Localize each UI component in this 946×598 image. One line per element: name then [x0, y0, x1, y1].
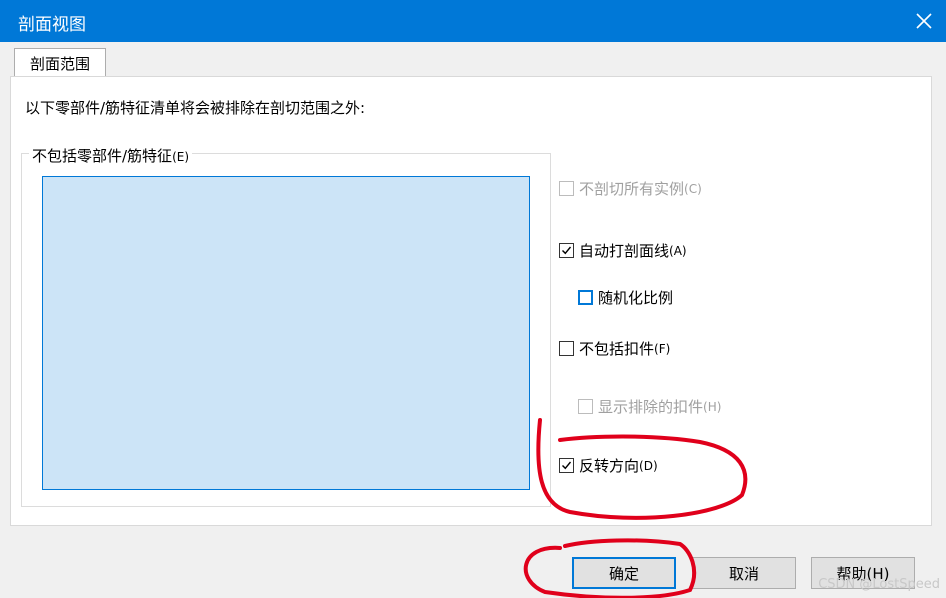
option-auto-hatch[interactable]: 自动打剖面线 (A) [559, 240, 687, 261]
close-icon [916, 13, 932, 29]
option-exclude-fasteners[interactable]: 不包括扣件 (F) [559, 338, 670, 359]
cancel-button[interactable]: 取消 [692, 557, 796, 589]
checkmark-icon [562, 246, 572, 255]
excluded-components-list[interactable] [42, 176, 530, 490]
title-bar: 剖面视图 [0, 0, 946, 42]
checkbox-exclude-fasteners[interactable] [559, 341, 574, 356]
close-button[interactable] [902, 0, 946, 42]
tab-panel: 以下零部件/筋特征清单将会被排除在剖切范围之外: 不包括零部件/筋特征(E) [10, 76, 932, 526]
checkbox-auto-hatch[interactable] [559, 243, 574, 258]
checkmark-icon [562, 461, 572, 470]
option-show-excluded-fasteners[interactable]: 显示排除的扣件 (H) [578, 396, 721, 417]
watermark-text: CSDN @LostSpeed [818, 577, 940, 592]
description-text: 以下零部件/筋特征清单将会被排除在剖切范围之外: [25, 99, 366, 117]
option-flip-direction[interactable]: 反转方向 (D) [559, 455, 658, 476]
option-no-section-all-instances[interactable]: 不剖切所有实例 (C) [559, 178, 702, 199]
option-randomize-scale[interactable]: 随机化比例 [578, 287, 673, 308]
checkbox-randomize-scale[interactable] [578, 290, 593, 305]
checkbox-flip-direction[interactable] [559, 458, 574, 473]
tab-section-range[interactable]: 剖面范围 [14, 48, 106, 77]
window-title: 剖面视图 [18, 15, 86, 35]
checkbox-show-excluded-fasteners[interactable] [578, 399, 593, 414]
excludes-group-label: 不包括零部件/筋特征(E) [29, 145, 193, 166]
ok-button[interactable]: 确定 [572, 557, 676, 589]
checkbox-no-section-all-instances[interactable] [559, 181, 574, 196]
